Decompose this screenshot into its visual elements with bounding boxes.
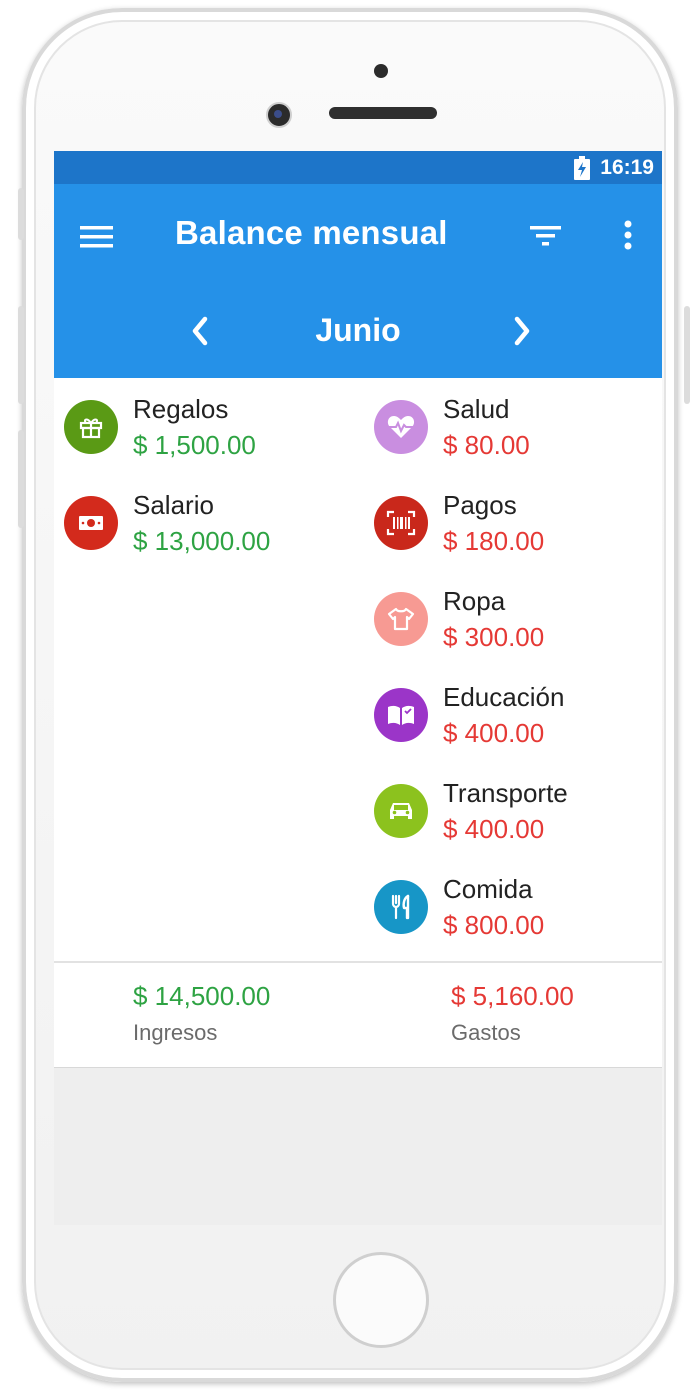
banknote-icon [64,496,118,550]
item-amount: $ 1,500.00 [133,430,256,460]
item-name: Salud [443,394,510,424]
volume-up-button [18,306,24,404]
list-item-comida[interactable]: Comida $ 800.00 [374,874,654,970]
list-item-ropa[interactable]: Ropa $ 300.00 [374,586,654,682]
item-amount: $ 400.00 [443,814,545,844]
item-name: Comida [443,874,533,904]
item-name: Transporte [443,778,568,808]
item-name: Pagos [443,490,517,520]
list-item-educacion[interactable]: Educación $ 400.00 [374,682,654,778]
item-amount: $ 180.00 [443,526,545,556]
item-name: Ropa [443,586,506,616]
cutlery-icon [374,880,428,934]
status-bar: 16:19 [54,151,662,184]
category-list: Regalos $ 1,500.00 Salario $ 13,000.00 S… [54,378,662,961]
month-label[interactable]: Junio [54,312,662,349]
proximity-sensor [374,64,388,78]
item-amount: $ 13,000.00 [133,526,271,556]
list-item-transporte[interactable]: Transporte $ 400.00 [374,778,654,874]
more-vert-icon[interactable] [620,218,636,254]
front-camera [266,102,292,128]
expense-summary: $ 5,160.00 Gastos [451,981,574,1046]
tshirt-icon [374,592,428,646]
income-column: Regalos $ 1,500.00 Salario $ 13,000.00 [64,394,344,586]
menu-icon[interactable] [80,224,114,250]
page-title: Balance mensual [175,214,448,251]
status-time: 16:19 [600,155,654,179]
book-icon [374,688,428,742]
expense-total: $ 5,160.00 [451,981,574,1011]
filter-icon[interactable] [528,223,564,249]
income-total: $ 14,500.00 [133,981,271,1011]
mute-switch [18,188,24,240]
gift-icon [64,400,118,454]
list-item-regalos[interactable]: Regalos $ 1,500.00 [64,394,344,490]
chevron-right-icon[interactable] [510,314,534,348]
item-name: Regalos [133,394,229,424]
expense-column: Salud $ 80.00 Pagos $ 180.00 Ropa $ 300.… [374,394,654,970]
volume-down-button [18,430,24,528]
income-summary: $ 14,500.00 Ingresos [133,981,270,1046]
item-amount: $ 80.00 [443,430,530,460]
list-item-salud[interactable]: Salud $ 80.00 [374,394,654,490]
barcode-icon [374,496,428,550]
app-bar: Balance mensual Junio [54,184,662,378]
screen: 16:19 Balance mensual Junio Regalos $ 1,… [54,151,662,1225]
heart-pulse-icon [374,400,428,454]
earpiece-speaker [329,107,437,119]
expense-label: Gastos [451,1020,521,1045]
month-selector: Junio [54,312,662,374]
list-item-salario[interactable]: Salario $ 13,000.00 [64,490,344,586]
item-amount: $ 800.00 [443,910,545,940]
balance-summary: $ 14,500.00 Ingresos $ 5,160.00 Gastos [54,963,662,1068]
income-label: Ingresos [133,1020,218,1045]
item-name: Educación [443,682,565,712]
list-item-pagos[interactable]: Pagos $ 180.00 [374,490,654,586]
power-button [684,306,690,404]
battery-charging-icon [574,155,591,180]
home-button[interactable] [333,1252,429,1348]
car-icon [374,784,428,838]
item-name: Salario [133,490,214,520]
item-amount: $ 300.00 [443,622,545,652]
item-amount: $ 400.00 [443,718,545,748]
